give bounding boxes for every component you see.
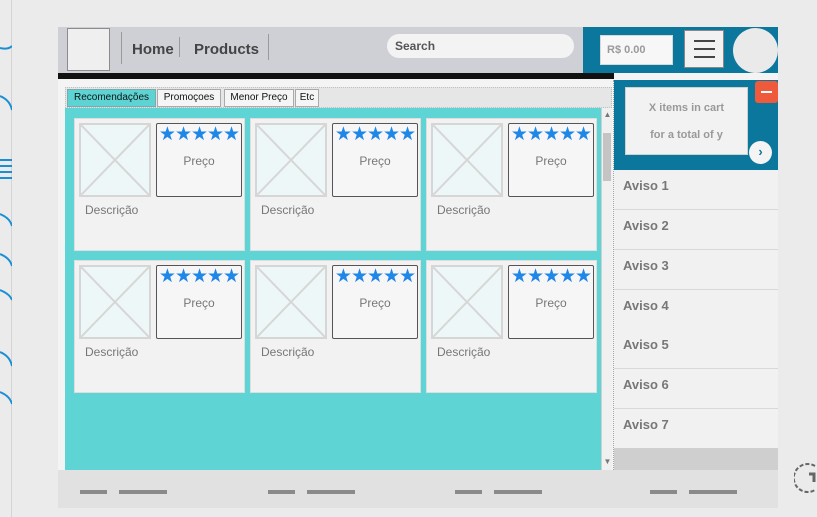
footer-link[interactable] — [650, 490, 677, 494]
tab-etc[interactable]: Etc — [295, 89, 319, 107]
notice-item[interactable]: Aviso 3 — [614, 250, 778, 290]
product-description: Descrição — [85, 345, 139, 359]
product-card[interactable]: ★★★★★ Preço Descrição — [250, 118, 421, 251]
rating-stars-icon: ★★★★★ — [158, 124, 240, 145]
notice-item[interactable]: Aviso 4 — [614, 290, 778, 330]
cart-price-display: R$ 0.00 — [600, 35, 673, 65]
tab-promocoes[interactable]: Promoçoes — [157, 89, 221, 107]
scrollbar[interactable]: ▲ ▼ — [601, 108, 612, 470]
rating-stars-icon: ★★★★★ — [334, 124, 416, 145]
left-decoration-strip — [0, 0, 12, 517]
product-description: Descrição — [85, 203, 139, 217]
tab-recomendacoes[interactable]: Recomendações — [67, 89, 156, 107]
product-card[interactable]: ★★★★★ Preço Descrição — [74, 118, 245, 251]
image-placeholder-icon — [79, 265, 151, 339]
price-label: Preço — [535, 154, 567, 168]
product-description: Descrição — [437, 203, 491, 217]
nav-products-link[interactable]: Products — [194, 41, 259, 58]
refresh-icon[interactable] — [794, 456, 817, 496]
nav-home-link[interactable]: Home — [132, 41, 174, 58]
hamburger-menu-icon — [694, 48, 715, 50]
product-card[interactable]: ★★★★★ Preço Descrição — [74, 260, 245, 393]
notice-item[interactable]: Aviso 6 — [614, 369, 778, 409]
price-box: ★★★★★ Preço — [156, 265, 242, 339]
price-box: ★★★★★ Preço — [156, 123, 242, 197]
price-label: Preço — [183, 154, 215, 168]
rating-stars-icon: ★★★★★ — [510, 124, 592, 145]
logo-placeholder[interactable] — [67, 28, 110, 71]
footer-link[interactable] — [307, 490, 355, 494]
rating-stars-icon: ★★★★★ — [158, 266, 240, 287]
cart-item-count: X items in cart — [648, 102, 725, 114]
footer-link[interactable] — [494, 490, 542, 494]
menu-button[interactable] — [684, 30, 724, 68]
footer-link[interactable] — [455, 490, 482, 494]
avatar[interactable] — [733, 28, 778, 73]
rating-stars-icon: ★★★★★ — [334, 266, 416, 287]
notice-item[interactable]: Aviso 1 — [614, 170, 778, 210]
search-input[interactable] — [387, 34, 574, 58]
footer-link[interactable] — [689, 490, 737, 494]
scroll-down-icon[interactable]: ▼ — [602, 457, 613, 466]
notice-item[interactable]: Aviso 5 — [614, 329, 778, 369]
cart-summary: X items in cart for a total of y — [625, 87, 748, 155]
product-description: Descrição — [261, 345, 315, 359]
notice-list-end — [614, 448, 778, 470]
image-placeholder-icon — [431, 265, 503, 339]
image-placeholder-icon — [431, 123, 503, 197]
price-box: ★★★★★ Preço — [508, 123, 594, 197]
hamburger-menu-icon — [694, 40, 715, 42]
chevron-right-icon[interactable]: › — [749, 141, 772, 164]
rating-stars-icon: ★★★★★ — [510, 266, 592, 287]
hamburger-menu-icon — [694, 56, 715, 58]
price-label: Preço — [359, 154, 391, 168]
price-box: ★★★★★ Preço — [332, 123, 418, 197]
cart-total: for a total of y — [650, 129, 723, 141]
notice-item[interactable]: Aviso 2 — [614, 210, 778, 250]
image-placeholder-icon — [255, 123, 327, 197]
header-divider — [58, 73, 614, 79]
footer-link[interactable] — [80, 490, 107, 494]
minus-icon[interactable] — [755, 81, 778, 103]
price-label: Preço — [535, 296, 567, 310]
product-description: Descrição — [261, 203, 315, 217]
product-card[interactable]: ★★★★★ Preço Descrição — [250, 260, 421, 393]
scroll-thumb[interactable] — [603, 133, 611, 181]
price-box: ★★★★★ Preço — [508, 265, 594, 339]
scroll-up-icon[interactable]: ▲ — [602, 110, 613, 119]
product-description: Descrição — [437, 345, 491, 359]
footer-link[interactable] — [268, 490, 295, 494]
price-label: Preço — [183, 296, 215, 310]
footer-link[interactable] — [119, 490, 167, 494]
nav-separator — [179, 37, 180, 57]
price-label: Preço — [359, 296, 391, 310]
image-placeholder-icon — [79, 123, 151, 197]
price-box: ★★★★★ Preço — [332, 265, 418, 339]
product-card[interactable]: ★★★★★ Preço Descrição — [426, 118, 597, 251]
notice-item[interactable]: Aviso 7 — [614, 409, 778, 449]
tab-menor-preco[interactable]: Menor Preço — [224, 89, 294, 107]
nav-separator — [268, 34, 269, 60]
product-card[interactable]: ★★★★★ Preço Descrição — [426, 260, 597, 393]
footer-bar — [58, 470, 778, 508]
image-placeholder-icon — [255, 265, 327, 339]
nav-separator — [121, 32, 122, 64]
